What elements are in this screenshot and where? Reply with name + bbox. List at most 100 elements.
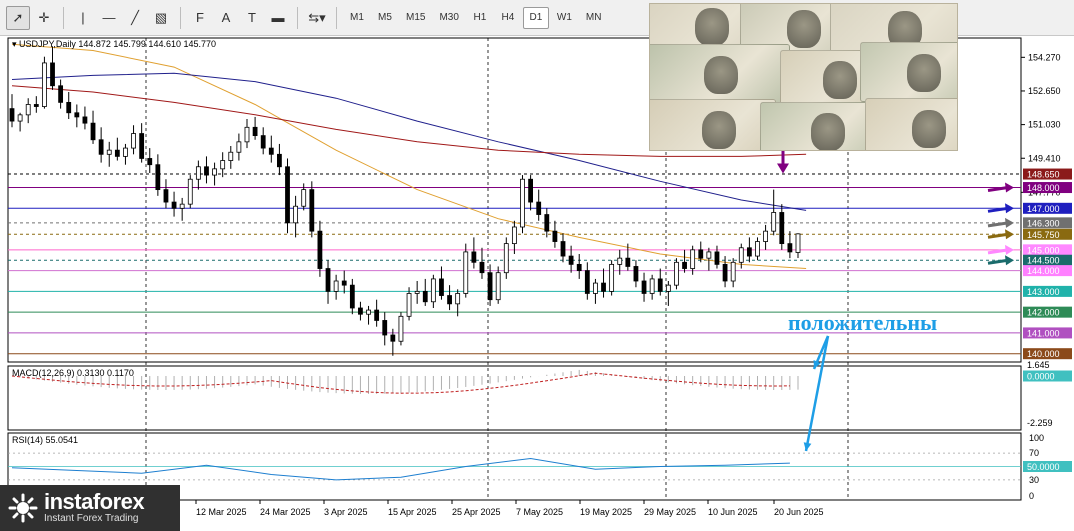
candle-body[interactable] bbox=[633, 266, 639, 282]
candle-body[interactable] bbox=[746, 247, 752, 257]
timeframe-m5-button[interactable]: M5 bbox=[372, 7, 398, 29]
trendline-tool-icon[interactable]: ╱ bbox=[123, 6, 147, 30]
candle-body[interactable] bbox=[657, 278, 663, 292]
candle-body[interactable] bbox=[25, 104, 31, 116]
candle-body[interactable] bbox=[495, 272, 501, 301]
candle-body[interactable] bbox=[17, 114, 23, 122]
candle-body[interactable] bbox=[568, 255, 574, 265]
candle-body[interactable] bbox=[649, 278, 655, 294]
timeframe-w1-button[interactable]: W1 bbox=[551, 7, 578, 29]
candle-body[interactable] bbox=[617, 257, 623, 265]
candle-body[interactable] bbox=[74, 112, 80, 118]
candle-body[interactable] bbox=[698, 249, 704, 259]
candle-body[interactable] bbox=[674, 261, 679, 286]
timeframe-h4-button[interactable]: H4 bbox=[495, 7, 521, 29]
candle-body[interactable] bbox=[584, 270, 590, 294]
candle-body[interactable] bbox=[50, 62, 55, 87]
candle-body[interactable] bbox=[738, 247, 744, 263]
candle-body[interactable] bbox=[204, 166, 209, 176]
candle-body[interactable] bbox=[455, 293, 461, 305]
candle-body[interactable] bbox=[123, 147, 128, 157]
candle-body[interactable] bbox=[625, 257, 631, 267]
candle-body[interactable] bbox=[730, 261, 736, 282]
candle-body[interactable] bbox=[309, 189, 315, 232]
candle-body[interactable] bbox=[463, 251, 469, 294]
candle-body[interactable] bbox=[641, 280, 647, 294]
candle-body[interactable] bbox=[787, 243, 793, 253]
vertical-line-tool-icon[interactable]: | bbox=[71, 6, 95, 30]
candle-body[interactable] bbox=[171, 201, 177, 209]
candle-body[interactable] bbox=[690, 249, 696, 269]
candle-body[interactable] bbox=[90, 122, 96, 141]
candle-body[interactable] bbox=[422, 290, 428, 303]
candle-body[interactable] bbox=[220, 160, 226, 170]
candle-body[interactable] bbox=[301, 189, 307, 207]
timeframe-m30-button[interactable]: M30 bbox=[433, 7, 464, 29]
candle-body[interactable] bbox=[268, 147, 274, 155]
candle-body[interactable] bbox=[195, 166, 201, 180]
candle-body[interactable] bbox=[325, 268, 331, 292]
candle-body[interactable] bbox=[576, 263, 582, 272]
candle-body[interactable] bbox=[665, 284, 671, 292]
candle-body[interactable] bbox=[98, 139, 104, 155]
candle-body[interactable] bbox=[544, 214, 550, 232]
timeframe-h1-button[interactable]: H1 bbox=[467, 7, 493, 29]
candle-body[interactable] bbox=[366, 309, 371, 315]
candle-body[interactable] bbox=[479, 261, 485, 274]
crosshair-tool-icon[interactable]: ✛ bbox=[32, 6, 56, 30]
candle-body[interactable] bbox=[593, 282, 598, 294]
candle-body[interactable] bbox=[447, 295, 452, 305]
candle-body[interactable] bbox=[42, 62, 47, 107]
fibonacci-tool-icon[interactable]: F bbox=[188, 6, 212, 30]
candle-body[interactable] bbox=[293, 205, 299, 224]
candle-body[interactable] bbox=[277, 153, 282, 168]
candle-body[interactable] bbox=[414, 290, 420, 294]
candle-body[interactable] bbox=[714, 251, 720, 265]
candle-body[interactable] bbox=[252, 126, 258, 137]
timeframe-mn-button[interactable]: MN bbox=[580, 7, 608, 29]
candle-body[interactable] bbox=[398, 315, 404, 342]
text-tool-icon[interactable]: A bbox=[214, 6, 238, 30]
candle-body[interactable] bbox=[285, 166, 290, 224]
candle-body[interactable] bbox=[131, 133, 136, 149]
candle-body[interactable] bbox=[755, 241, 760, 257]
candle-body[interactable] bbox=[139, 133, 145, 159]
channel-tool-icon[interactable]: ▧ bbox=[149, 6, 173, 30]
candle-body[interactable] bbox=[374, 309, 380, 321]
candle-body[interactable] bbox=[349, 284, 355, 309]
candle-body[interactable] bbox=[601, 282, 606, 292]
label-tool-icon[interactable]: T bbox=[240, 6, 264, 30]
candle-body[interactable] bbox=[511, 226, 517, 245]
candle-body[interactable] bbox=[779, 212, 785, 245]
candle-body[interactable] bbox=[487, 272, 493, 301]
candle-body[interactable] bbox=[66, 101, 72, 114]
timeframe-d1-button[interactable]: D1 bbox=[522, 6, 549, 29]
candle-body[interactable] bbox=[706, 251, 712, 259]
candle-body[interactable] bbox=[536, 201, 542, 215]
candle-body[interactable] bbox=[390, 334, 396, 342]
candle-body[interactable] bbox=[33, 104, 39, 107]
candle-body[interactable] bbox=[236, 141, 242, 153]
horizontal-line-tool-icon[interactable]: — bbox=[97, 6, 121, 30]
rectangle-tool-icon[interactable]: ▬ bbox=[266, 6, 290, 30]
cursor-tool-icon[interactable]: ➚ bbox=[6, 5, 30, 30]
candle-body[interactable] bbox=[106, 149, 112, 155]
candle-body[interactable] bbox=[763, 230, 768, 242]
candle-body[interactable] bbox=[228, 151, 234, 161]
candle-body[interactable] bbox=[609, 263, 615, 292]
timeframe-m1-button[interactable]: M1 bbox=[344, 7, 370, 29]
candle-body[interactable] bbox=[528, 178, 533, 203]
candle-body[interactable] bbox=[382, 320, 388, 336]
candle-body[interactable] bbox=[9, 108, 15, 122]
candle-body[interactable] bbox=[471, 251, 477, 263]
candle-body[interactable] bbox=[114, 149, 120, 157]
candle-body[interactable] bbox=[722, 263, 728, 282]
candle-body[interactable] bbox=[560, 241, 566, 257]
candle-body[interactable] bbox=[163, 189, 169, 203]
candle-body[interactable] bbox=[358, 307, 363, 315]
candle-body[interactable] bbox=[771, 212, 777, 232]
candle-body[interactable] bbox=[439, 278, 444, 296]
candle-body[interactable] bbox=[244, 126, 250, 143]
candle-body[interactable] bbox=[187, 178, 193, 205]
candle-body[interactable] bbox=[682, 261, 687, 269]
